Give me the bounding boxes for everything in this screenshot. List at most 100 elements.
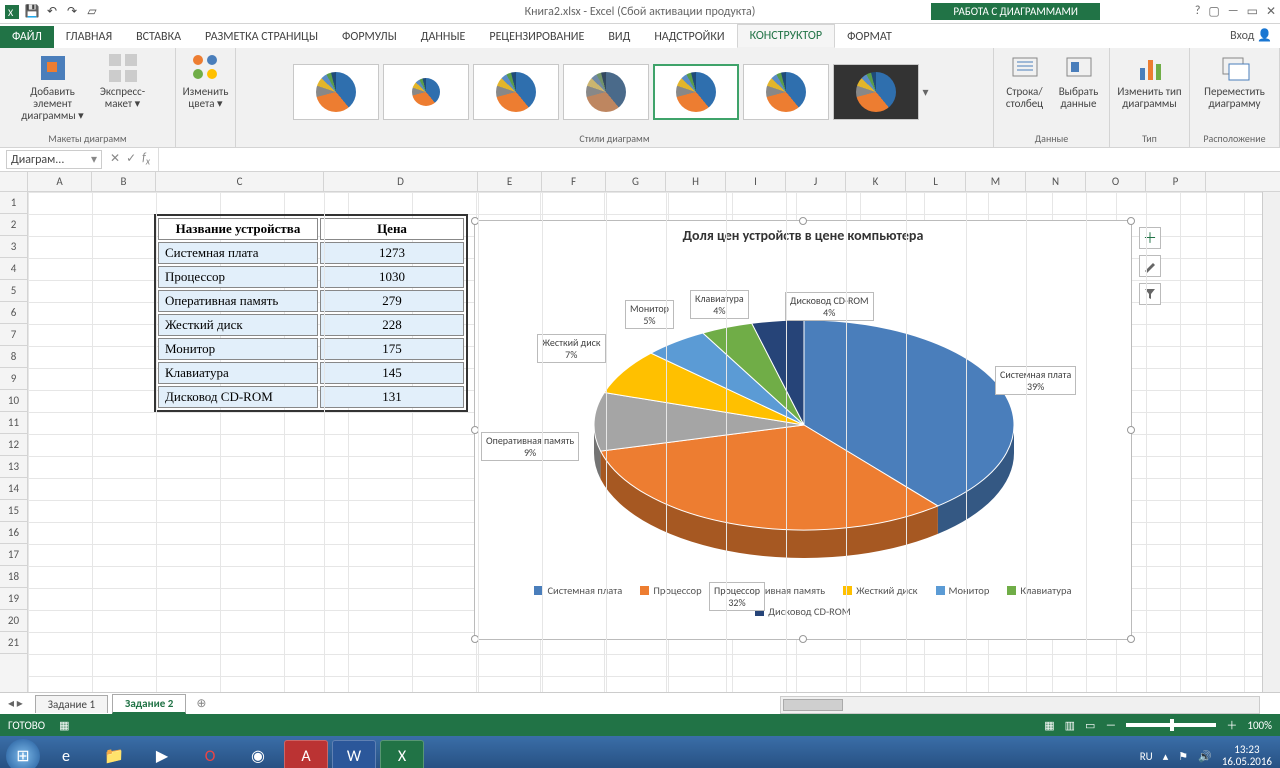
- maximize-icon[interactable]: ▭: [1247, 4, 1258, 19]
- row-header[interactable]: 4: [0, 258, 27, 280]
- help-icon[interactable]: ?: [1195, 4, 1201, 19]
- zoom-slider[interactable]: [1126, 723, 1216, 727]
- gallery-more-icon[interactable]: ▾: [923, 85, 937, 100]
- chart-object[interactable]: ＋ Доля цен устройств в цене компьютера М…: [474, 220, 1132, 640]
- data-callout[interactable]: Жесткий диск7%: [537, 334, 606, 363]
- row-header[interactable]: 12: [0, 434, 27, 456]
- col-header[interactable]: J: [786, 172, 846, 191]
- row-header[interactable]: 3: [0, 236, 27, 258]
- row-header[interactable]: 20: [0, 610, 27, 632]
- column-headers[interactable]: ABCDEFGHIJKLMNOP: [28, 172, 1280, 192]
- col-header[interactable]: F: [542, 172, 606, 191]
- taskbar-explorer-icon[interactable]: 📁: [92, 740, 136, 768]
- fx-icon[interactable]: fx: [142, 151, 150, 167]
- view-normal-icon[interactable]: ▦: [1044, 719, 1054, 732]
- taskbar-pdf-icon[interactable]: A: [284, 740, 328, 768]
- col-header[interactable]: O: [1086, 172, 1146, 191]
- select-all-triangle[interactable]: [0, 172, 28, 192]
- row-header[interactable]: 1: [0, 192, 27, 214]
- row-header[interactable]: 15: [0, 500, 27, 522]
- ribbon-opts-icon[interactable]: ▢: [1208, 4, 1219, 19]
- table-row[interactable]: Жесткий диск228: [158, 314, 464, 336]
- legend-item[interactable]: Жесткий диск: [843, 584, 917, 597]
- zoom-in-icon[interactable]: ＋: [1226, 717, 1237, 733]
- sign-in[interactable]: Вход 👤: [1230, 28, 1272, 43]
- undo-icon[interactable]: ↶: [44, 4, 60, 20]
- tab-formulas[interactable]: ФОРМУЛЫ: [330, 26, 409, 48]
- style-thumb[interactable]: [743, 64, 829, 120]
- col-header[interactable]: M: [966, 172, 1026, 191]
- tray-clock[interactable]: 13:2316.05.2016: [1222, 744, 1272, 768]
- formula-input[interactable]: [158, 148, 1280, 171]
- row-header[interactable]: 11: [0, 412, 27, 434]
- legend-item[interactable]: Монитор: [936, 584, 990, 597]
- row-header[interactable]: 6: [0, 302, 27, 324]
- style-thumb[interactable]: [833, 64, 919, 120]
- style-thumb[interactable]: [473, 64, 559, 120]
- move-chart-button[interactable]: Переместить диаграмму: [1201, 52, 1269, 110]
- style-thumb[interactable]: [383, 64, 469, 120]
- minimize-icon[interactable]: —: [1228, 4, 1239, 19]
- save-icon[interactable]: 💾: [24, 4, 40, 20]
- taskbar-ie-icon[interactable]: e: [44, 740, 88, 768]
- sheet-nav[interactable]: ◂ ▸: [0, 696, 31, 711]
- table-row[interactable]: Процессор1030: [158, 266, 464, 288]
- row-header[interactable]: 10: [0, 390, 27, 412]
- legend-item[interactable]: Дисковод CD-ROM: [755, 605, 850, 618]
- tab-home[interactable]: ГЛАВНАЯ: [54, 26, 124, 48]
- tab-review[interactable]: РЕЦЕНЗИРОВАНИЕ: [477, 26, 596, 48]
- tray-sound-icon[interactable]: 🔊: [1198, 750, 1212, 763]
- row-header[interactable]: 13: [0, 456, 27, 478]
- style-thumb-selected[interactable]: [653, 64, 739, 120]
- macro-record-icon[interactable]: ▦: [59, 719, 69, 732]
- style-thumb[interactable]: [563, 64, 649, 120]
- tab-data[interactable]: ДАННЫЕ: [409, 26, 478, 48]
- table-row[interactable]: Оперативная память279: [158, 290, 464, 312]
- chart-title[interactable]: Доля цен устройств в цене компьютера: [475, 227, 1131, 244]
- sheet-tab-2[interactable]: Задание 2: [112, 694, 186, 714]
- taskbar-chrome-icon[interactable]: ◉: [236, 740, 280, 768]
- tray-lang[interactable]: RU: [1140, 750, 1153, 763]
- table-row[interactable]: Дисковод CD-ROM131: [158, 386, 464, 408]
- system-tray[interactable]: RU ▴ ⚑ 🔊 13:2316.05.2016: [1140, 744, 1272, 768]
- plot-area[interactable]: Монитор5%Клавиатура4%Дисковод CD-ROM4%Же…: [475, 250, 1131, 580]
- vertical-scrollbar[interactable]: [1262, 192, 1280, 692]
- legend-item[interactable]: Системная плата: [534, 584, 622, 597]
- row-header[interactable]: 5: [0, 280, 27, 302]
- redo-icon[interactable]: ↷: [64, 4, 80, 20]
- style-thumb[interactable]: [293, 64, 379, 120]
- col-header[interactable]: A: [28, 172, 92, 191]
- cancel-icon[interactable]: ✕: [110, 151, 120, 167]
- data-table[interactable]: Название устройстваЦена Системная плата1…: [154, 214, 468, 412]
- taskbar-wmp-icon[interactable]: ▶: [140, 740, 184, 768]
- data-callout[interactable]: Системная плата39%: [995, 366, 1076, 395]
- legend-item[interactable]: Клавиатура: [1007, 584, 1071, 597]
- add-sheet-button[interactable]: ⊕: [186, 696, 216, 711]
- chart-styles-button[interactable]: [1139, 255, 1161, 277]
- row-header[interactable]: 21: [0, 632, 27, 654]
- tab-format[interactable]: ФОРМАТ: [835, 26, 904, 48]
- row-header[interactable]: 9: [0, 368, 27, 390]
- row-header[interactable]: 14: [0, 478, 27, 500]
- tab-pagelayout[interactable]: РАЗМЕТКА СТРАНИЦЫ: [193, 26, 330, 48]
- select-data-button[interactable]: Выбрать данные: [1053, 52, 1105, 110]
- data-callout[interactable]: Оперативная память9%: [481, 432, 579, 461]
- tab-view[interactable]: ВИД: [596, 26, 642, 48]
- legend-item[interactable]: Процессор: [640, 584, 701, 597]
- change-colors-button[interactable]: Изменить цвета ▾: [172, 52, 240, 110]
- name-box[interactable]: Диаграм...▾: [6, 150, 102, 169]
- row-header[interactable]: 7: [0, 324, 27, 346]
- sheet-tab-1[interactable]: Задание 1: [35, 695, 108, 713]
- col-header[interactable]: B: [92, 172, 156, 191]
- change-chart-type-button[interactable]: Изменить тип диаграммы: [1116, 52, 1184, 110]
- start-button[interactable]: ⊞: [6, 739, 40, 768]
- taskbar-opera-icon[interactable]: O: [188, 740, 232, 768]
- col-header[interactable]: K: [846, 172, 906, 191]
- enter-icon[interactable]: ✓: [126, 151, 136, 167]
- col-header[interactable]: P: [1146, 172, 1206, 191]
- row-header[interactable]: 19: [0, 588, 27, 610]
- col-header[interactable]: H: [666, 172, 726, 191]
- data-callout[interactable]: Дисковод CD-ROM4%: [785, 292, 874, 321]
- col-header[interactable]: N: [1026, 172, 1086, 191]
- worksheet-cells[interactable]: Название устройстваЦена Системная плата1…: [28, 192, 1262, 692]
